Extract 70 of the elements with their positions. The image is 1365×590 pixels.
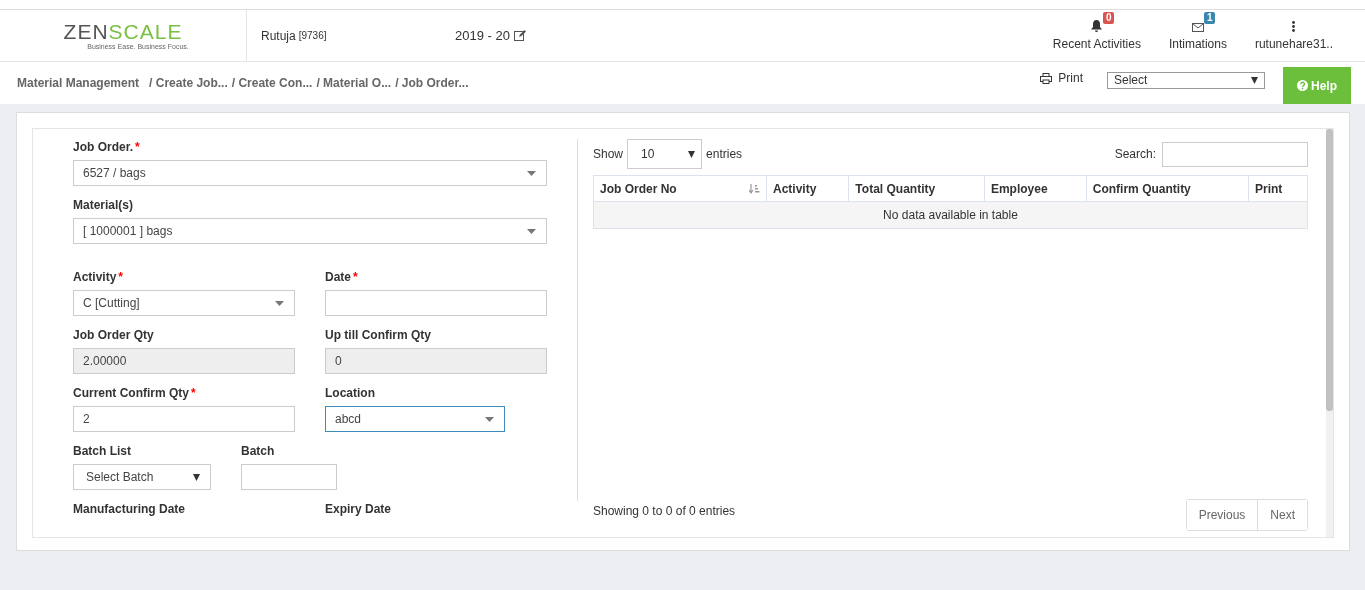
printer-icon <box>1040 72 1053 84</box>
field-label: Batch <box>241 444 275 458</box>
select-field[interactable]: [ 1000001 ] bags <box>73 218 547 244</box>
scrollbar-thumb[interactable] <box>1326 129 1333 411</box>
select-field[interactable]: C [Cutting] <box>73 290 295 316</box>
fiscal-year: 2019 - 20 <box>455 28 510 43</box>
caret-icon <box>275 300 284 306</box>
select-field[interactable]: abcd <box>325 406 505 432</box>
field-label: Material(s) <box>73 198 134 212</box>
field-label: Job Order Qty <box>73 328 154 342</box>
column-header[interactable]: Total Quantity <box>848 175 985 202</box>
more-icon <box>1292 21 1296 32</box>
select-field[interactable]: 6527 / bags <box>73 160 547 186</box>
required-marker: * <box>191 386 196 400</box>
page-size-select[interactable]: 10 <box>627 139 703 169</box>
field-label: Activity <box>73 270 117 284</box>
search-label: Search: <box>1114 147 1156 161</box>
column-header[interactable]: Print <box>1248 175 1308 202</box>
input-field[interactable] <box>325 290 547 316</box>
sort-icon <box>749 183 760 194</box>
show-label: Show <box>593 147 624 161</box>
field-label: Up till Confirm Qty <box>325 328 431 342</box>
field-label: Job Order. <box>73 140 134 154</box>
logo: ZENSCALE <box>63 21 183 42</box>
column-header[interactable]: Job Order No <box>593 175 767 202</box>
breadcrumb-item[interactable]: / Create Job... <box>149 76 228 90</box>
column-header[interactable]: Confirm Quantity <box>1086 175 1249 202</box>
nav-item[interactable]: 1 Intimations <box>1154 10 1241 61</box>
pagination-button[interactable]: Next <box>1257 500 1307 530</box>
empty-message: No data available in table <box>593 201 1308 229</box>
field-label: Date <box>325 270 351 284</box>
search-field[interactable] <box>1162 141 1308 167</box>
user-name: Rutuja [9736] <box>260 27 328 45</box>
select-field[interactable]: Select <box>1107 71 1265 89</box>
breadcrumb-item[interactable]: / Job Order... <box>395 76 469 90</box>
breadcrumb-item[interactable]: / Create Con... <box>231 76 313 90</box>
nav-item[interactable]: 0 Recent Activities <box>1038 10 1155 61</box>
breadcrumb-item[interactable]: Material Management <box>17 76 140 90</box>
help-icon <box>1297 80 1308 91</box>
input-field[interactable]: 0 <box>325 348 547 374</box>
nav-item[interactable]: rutunehare31.. <box>1240 10 1347 61</box>
count-badge: 0 <box>1102 12 1115 24</box>
caret-icon <box>193 473 200 481</box>
print-button[interactable]: Print <box>1034 70 1089 86</box>
required-marker: * <box>118 270 124 284</box>
field-label: Manufacturing Date <box>73 502 185 516</box>
input-field[interactable]: 2 <box>73 406 295 432</box>
required-marker: * <box>135 140 140 154</box>
edit-icon[interactable] <box>513 30 526 41</box>
caret-icon <box>485 416 494 422</box>
caret-icon <box>1251 76 1258 84</box>
entries-label: entries <box>706 147 743 161</box>
field-label: Expiry Date <box>325 502 392 516</box>
field-label: Current Confirm Qty <box>73 386 189 400</box>
caret-icon <box>527 170 536 176</box>
bell-icon <box>1091 20 1103 32</box>
mail-icon <box>1191 23 1204 32</box>
caret-icon <box>688 150 696 158</box>
field-label: Batch List <box>73 444 131 458</box>
count-badge: 1 <box>1203 12 1216 24</box>
input-field[interactable] <box>241 464 337 490</box>
breadcrumb-item[interactable]: / Material O... <box>316 76 392 90</box>
table-info: Showing 0 to 0 of 0 entries <box>593 504 736 518</box>
caret-icon <box>527 228 536 234</box>
column-header[interactable]: Activity <box>766 175 849 202</box>
select-field[interactable]: Select Batch <box>73 464 211 490</box>
required-marker: * <box>353 270 358 284</box>
input-field[interactable]: 2.00000 <box>73 348 295 374</box>
column-header[interactable]: Employee <box>984 175 1087 202</box>
field-label: Location <box>325 386 375 400</box>
